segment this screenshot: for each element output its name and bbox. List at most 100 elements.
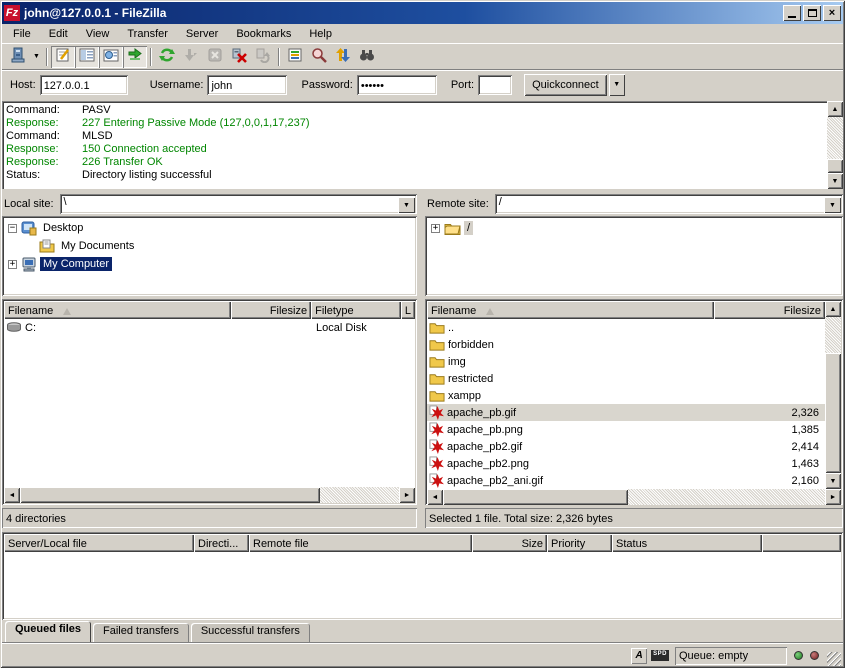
quickconnect-button[interactable]: Quickconnect: [524, 74, 607, 96]
minimize-button[interactable]: [783, 5, 801, 21]
scroll-down-button[interactable]: ▼: [827, 173, 843, 189]
toggle-local-tree-button[interactable]: [75, 46, 99, 68]
menu-server[interactable]: Server: [177, 26, 227, 42]
local-horizontal-scrollbar[interactable]: ◄ ►: [4, 487, 415, 503]
scrollbar-thumb[interactable]: [827, 159, 843, 173]
file-row-file[interactable]: apache_pb2_ani.gif 2,160: [427, 472, 825, 489]
menu-edit[interactable]: Edit: [40, 26, 77, 42]
file-row-file[interactable]: apache_pb2.png 1,463: [427, 455, 825, 472]
toggle-message-log-button[interactable]: [51, 46, 75, 68]
column-header-filename[interactable]: Filename: [4, 301, 231, 319]
collapse-icon[interactable]: −: [8, 224, 17, 233]
local-list-body[interactable]: C: Local Disk: [4, 319, 415, 487]
maximize-button[interactable]: [803, 5, 821, 21]
site-manager-dropdown[interactable]: ▼: [30, 46, 43, 68]
menu-bookmarks[interactable]: Bookmarks: [227, 26, 300, 42]
column-header-status[interactable]: Status: [612, 534, 762, 552]
remote-site-label: Remote site:: [425, 198, 495, 210]
scroll-up-button[interactable]: ▲: [825, 301, 841, 317]
remote-tree[interactable]: + /: [425, 216, 843, 296]
menu-file[interactable]: File: [4, 26, 40, 42]
synchronized-browsing-button[interactable]: [331, 46, 355, 68]
scrollbar-thumb[interactable]: [443, 489, 628, 505]
expand-icon[interactable]: +: [8, 260, 17, 269]
file-row-folder[interactable]: restricted: [427, 370, 825, 387]
toggle-transfer-queue-button[interactable]: [123, 46, 147, 68]
remote-horizontal-scrollbar[interactable]: ◄ ►: [427, 489, 841, 505]
file-row-file[interactable]: apache_pb2.gif 2,414: [427, 438, 825, 455]
local-site-combobox[interactable]: \ ▼: [60, 194, 417, 214]
compare-directories-button[interactable]: [307, 46, 331, 68]
log-vertical-scrollbar[interactable]: ▲ ▼: [827, 101, 843, 189]
tree-item-my-computer[interactable]: + My Computer: [4, 255, 415, 273]
remote-vertical-scrollbar[interactable]: ▲ ▼: [825, 301, 841, 489]
column-header-filename[interactable]: Filename: [427, 301, 714, 319]
menu-view[interactable]: View: [77, 26, 119, 42]
tree-item-root[interactable]: + /: [427, 219, 841, 237]
menu-help[interactable]: Help: [300, 26, 341, 42]
menu-transfer[interactable]: Transfer: [118, 26, 177, 42]
file-row-folder[interactable]: img: [427, 353, 825, 370]
close-button[interactable]: ×: [823, 5, 841, 21]
local-site-value[interactable]: \: [60, 194, 398, 214]
tree-item-my-documents[interactable]: My Documents: [4, 237, 415, 255]
cancel-operation-button[interactable]: [203, 46, 227, 68]
find-files-button[interactable]: [355, 46, 379, 68]
transfer-type-indicator[interactable]: A: [631, 648, 647, 664]
remote-list-body[interactable]: .. forbidden img: [427, 319, 825, 489]
column-header-priority[interactable]: Priority: [547, 534, 612, 552]
refresh-button[interactable]: [155, 46, 179, 68]
toggle-remote-tree-button[interactable]: [99, 46, 123, 68]
scrollbar-thumb[interactable]: [20, 487, 320, 503]
message-log-body[interactable]: Command:PASV Response:227 Entering Passi…: [2, 101, 827, 189]
scroll-up-button[interactable]: ▲: [827, 101, 843, 117]
column-header-filesize[interactable]: Filesize: [714, 301, 825, 319]
local-tree[interactable]: − Desktop My Documents + My Computer: [2, 216, 417, 296]
scroll-down-button[interactable]: ▼: [825, 473, 841, 489]
tab-queued-files[interactable]: Queued files: [5, 621, 91, 642]
remote-site-combobox[interactable]: / ▼: [495, 194, 843, 214]
reconnect-button[interactable]: [251, 46, 275, 68]
expand-icon[interactable]: +: [431, 224, 440, 233]
process-queue-button[interactable]: [179, 46, 203, 68]
site-manager-button[interactable]: [6, 46, 30, 68]
column-header-size[interactable]: Size: [472, 534, 547, 552]
column-header-filetype[interactable]: Filetype: [311, 301, 401, 319]
column-header-filesize[interactable]: Filesize: [231, 301, 311, 319]
queue-body[interactable]: [4, 552, 841, 618]
disconnect-button[interactable]: [227, 46, 251, 68]
quickconnect-dropdown[interactable]: ▼: [609, 74, 625, 96]
tree-item-desktop[interactable]: − Desktop: [4, 219, 415, 237]
scroll-right-button[interactable]: ►: [399, 487, 415, 503]
vertical-splitter[interactable]: [417, 193, 425, 527]
resize-grip[interactable]: [827, 652, 841, 666]
host-input[interactable]: [40, 75, 128, 95]
scroll-left-button[interactable]: ◄: [4, 487, 20, 503]
scroll-left-button[interactable]: ◄: [427, 489, 443, 505]
chevron-down-icon[interactable]: ▼: [398, 197, 415, 213]
scrollbar-thumb[interactable]: [825, 353, 841, 473]
speed-limit-icon[interactable]: SPD: [651, 650, 669, 661]
tab-failed-transfers[interactable]: Failed transfers: [93, 623, 189, 642]
app-icon[interactable]: Fz: [4, 5, 20, 21]
column-header-server-local-file[interactable]: Server/Local file: [4, 534, 194, 552]
title-bar[interactable]: Fz john@127.0.0.1 - FileZilla ×: [2, 2, 843, 24]
file-row-folder[interactable]: xampp: [427, 387, 825, 404]
file-row-folder[interactable]: forbidden: [427, 336, 825, 353]
column-header-remote-file[interactable]: Remote file: [249, 534, 472, 552]
file-row-parent[interactable]: ..: [427, 319, 825, 336]
tab-successful-transfers[interactable]: Successful transfers: [191, 623, 310, 642]
directory-filters-button[interactable]: [283, 46, 307, 68]
password-input[interactable]: [357, 75, 437, 95]
file-row-c-drive[interactable]: C: Local Disk: [4, 319, 415, 336]
column-header-last-modified[interactable]: L: [401, 301, 415, 319]
scroll-right-button[interactable]: ►: [825, 489, 841, 505]
username-input[interactable]: [207, 75, 287, 95]
file-row-selected[interactable]: apache_pb.gif 2,326: [427, 404, 825, 421]
port-input[interactable]: [478, 75, 512, 95]
chevron-down-icon: ▼: [613, 81, 620, 88]
remote-site-value[interactable]: /: [495, 194, 824, 214]
chevron-down-icon[interactable]: ▼: [824, 197, 841, 213]
file-row-file[interactable]: apache_pb.png 1,385: [427, 421, 825, 438]
column-header-direction[interactable]: Directi...: [194, 534, 249, 552]
